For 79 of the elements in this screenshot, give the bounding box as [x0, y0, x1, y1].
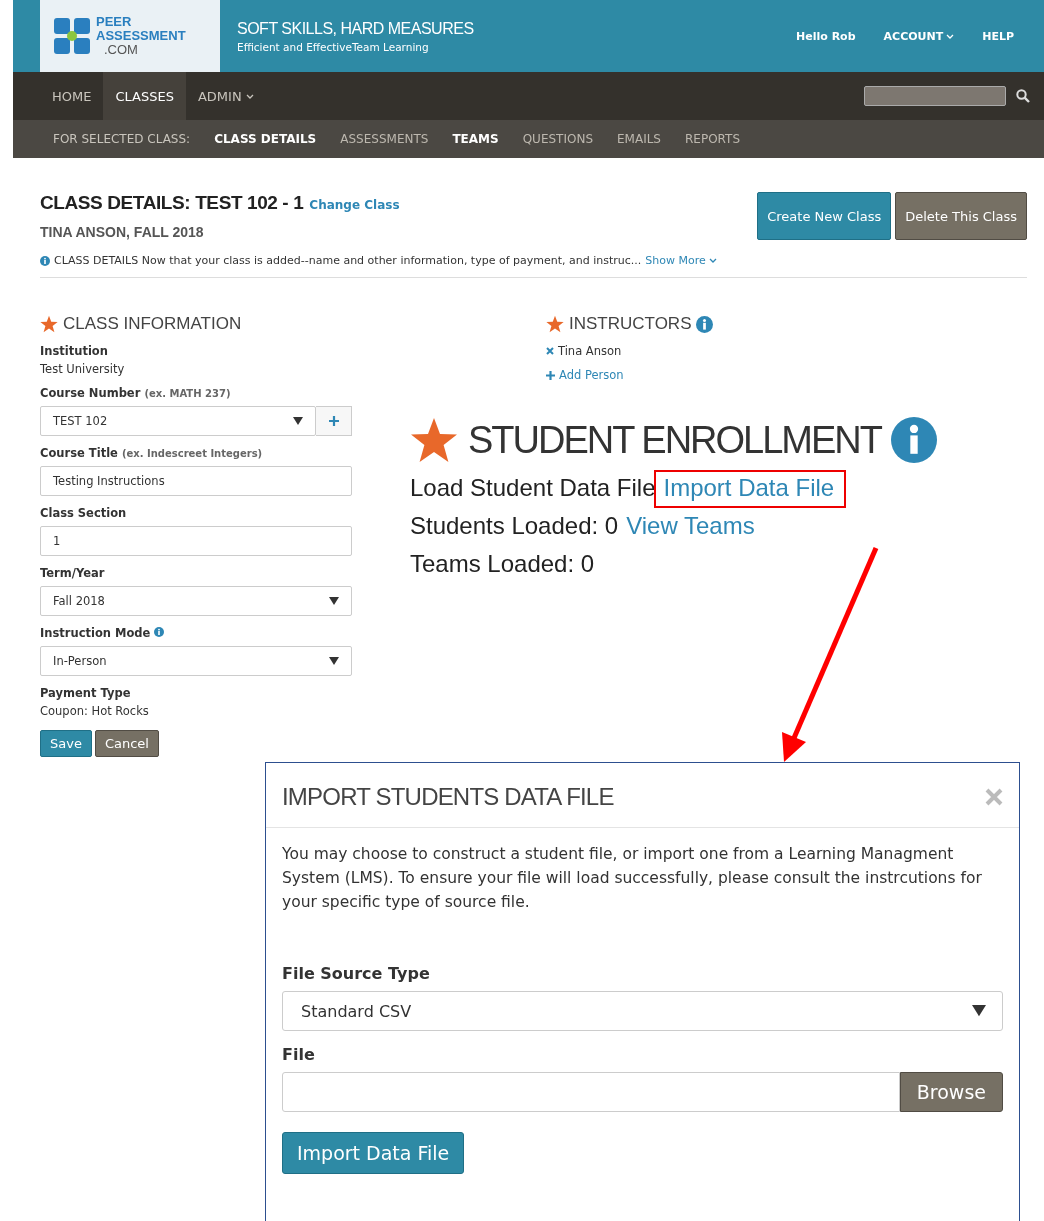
header-link[interactable]: HELP [982, 29, 1014, 43]
header-link[interactable]: Hello Rob [796, 29, 856, 43]
field-label: Instruction Mode [40, 626, 352, 640]
field-value: Coupon: Hot Rocks [40, 704, 150, 718]
logo[interactable]: PEER ASSESSMENT .COM [40, 0, 220, 72]
info-icon[interactable] [696, 315, 714, 333]
dropdown-arrow-icon [972, 1005, 986, 1017]
field-label: Institution [40, 344, 109, 358]
enrollment-link[interactable]: View Teams [626, 512, 755, 540]
section-title: STUDENT ENROLLMENT [468, 418, 882, 462]
page-title: CLASS DETAILS: TEST 102 - 1 [40, 192, 304, 214]
subnav-item[interactable]: QUESTIONS [522, 132, 593, 146]
enrollment-label: Students Loaded: 0 [410, 512, 619, 540]
nav-item[interactable]: HOME [40, 72, 104, 120]
action-button[interactable]: Create New Class [757, 192, 892, 240]
import-button[interactable]: Import Data File [282, 1132, 465, 1174]
field-label: Term/Year [40, 566, 106, 580]
plus-icon [546, 370, 555, 380]
subnav-item[interactable]: TEAMS [452, 132, 499, 146]
input-field[interactable]: 1 [40, 526, 352, 556]
puzzle-logo-icon [54, 18, 90, 54]
subnav-item[interactable]: REPORTS [685, 132, 740, 146]
field-label: Payment Type [40, 686, 132, 700]
subnav-item[interactable]: CLASS DETAILS [214, 132, 317, 146]
nav-item[interactable]: ADMIN [185, 72, 266, 120]
change-class-link[interactable]: Change Class [309, 198, 400, 212]
form-button[interactable]: Save [40, 730, 92, 757]
page-subtitle: TINA ANSON, FALL 2018 [40, 224, 205, 240]
star-icon [40, 315, 58, 333]
subnav-item[interactable]: ASSESSMENTS [340, 132, 429, 146]
select-field[interactable]: TEST 102 [40, 406, 316, 436]
field-label: File Source Type [282, 964, 431, 983]
star-icon [410, 416, 458, 464]
info-icon[interactable] [891, 417, 938, 463]
enrollment-link[interactable]: Import Data File [653, 470, 847, 508]
dropdown-arrow-icon [329, 657, 339, 665]
input-field[interactable]: Testing Instructions [40, 466, 352, 496]
caret-icon [946, 33, 955, 39]
enrollment-label: Load Student Data File [410, 474, 656, 502]
instructor-name: Tina Anson [558, 344, 622, 358]
section-title: CLASS INFORMATION [63, 314, 242, 334]
nav-item[interactable]: CLASSES [103, 72, 186, 120]
file-field[interactable] [282, 1072, 900, 1112]
info-icon[interactable] [154, 627, 165, 637]
field-value: Test University [40, 362, 126, 376]
show-more-link[interactable]: Show More [645, 254, 717, 267]
form-button[interactable]: Cancel [94, 730, 159, 757]
caret-icon [708, 258, 717, 263]
remove-icon[interactable] [546, 347, 554, 355]
search-field[interactable] [864, 86, 1006, 106]
caret-icon [245, 93, 254, 99]
browse-button[interactable]: Browse [899, 1072, 1003, 1112]
info-icon[interactable] [40, 255, 50, 266]
field-label: Course Number (ex. MATH 237) [40, 386, 232, 400]
search-icon[interactable] [1016, 89, 1030, 103]
enrollment-label: Teams Loaded: 0 [410, 550, 595, 578]
select-field[interactable]: Standard CSV [282, 991, 1003, 1031]
dropdown-arrow-icon [293, 417, 303, 425]
tagline: SOFT SKILLS, HARD MEASURES [237, 19, 474, 38]
header-link[interactable]: ACCOUNT [883, 29, 955, 43]
select-field[interactable]: In-Person [40, 646, 352, 676]
section-title: INSTRUCTORS [569, 314, 692, 334]
add-button[interactable] [316, 406, 352, 436]
subnav-label: FOR SELECTED CLASS: [53, 132, 191, 146]
add-person-link[interactable]: Add Person [546, 368, 1027, 382]
field-label: Course Title (ex. Indescreet Integers) [40, 446, 264, 460]
logo-text: PEER ASSESSMENT .COM [96, 15, 186, 57]
plus-icon [328, 416, 339, 426]
field-label: File [282, 1045, 316, 1064]
field-label: Class Section [40, 506, 128, 520]
dropdown-arrow-icon [329, 597, 339, 605]
dialog-description: You may choose to construct a student file, or import one from a Learning Managment System (LMS). To ensure your file will load successfully, please consult the instrcutions for your specific type of source file. [282, 844, 983, 913]
select-field[interactable]: Fall 2018 [40, 586, 352, 616]
dialog-title: IMPORT STUDENTS DATA FILE [282, 783, 614, 811]
subtitle: Efficient and EffectiveTeam Learning [237, 40, 430, 53]
notice-text: CLASS DETAILS Now that your class is added--name and other information, type of payment, and instruc... [54, 254, 642, 267]
star-icon [546, 315, 564, 333]
action-button[interactable]: Delete This Class [895, 192, 1027, 240]
subnav-item[interactable]: EMAILS [617, 132, 661, 146]
